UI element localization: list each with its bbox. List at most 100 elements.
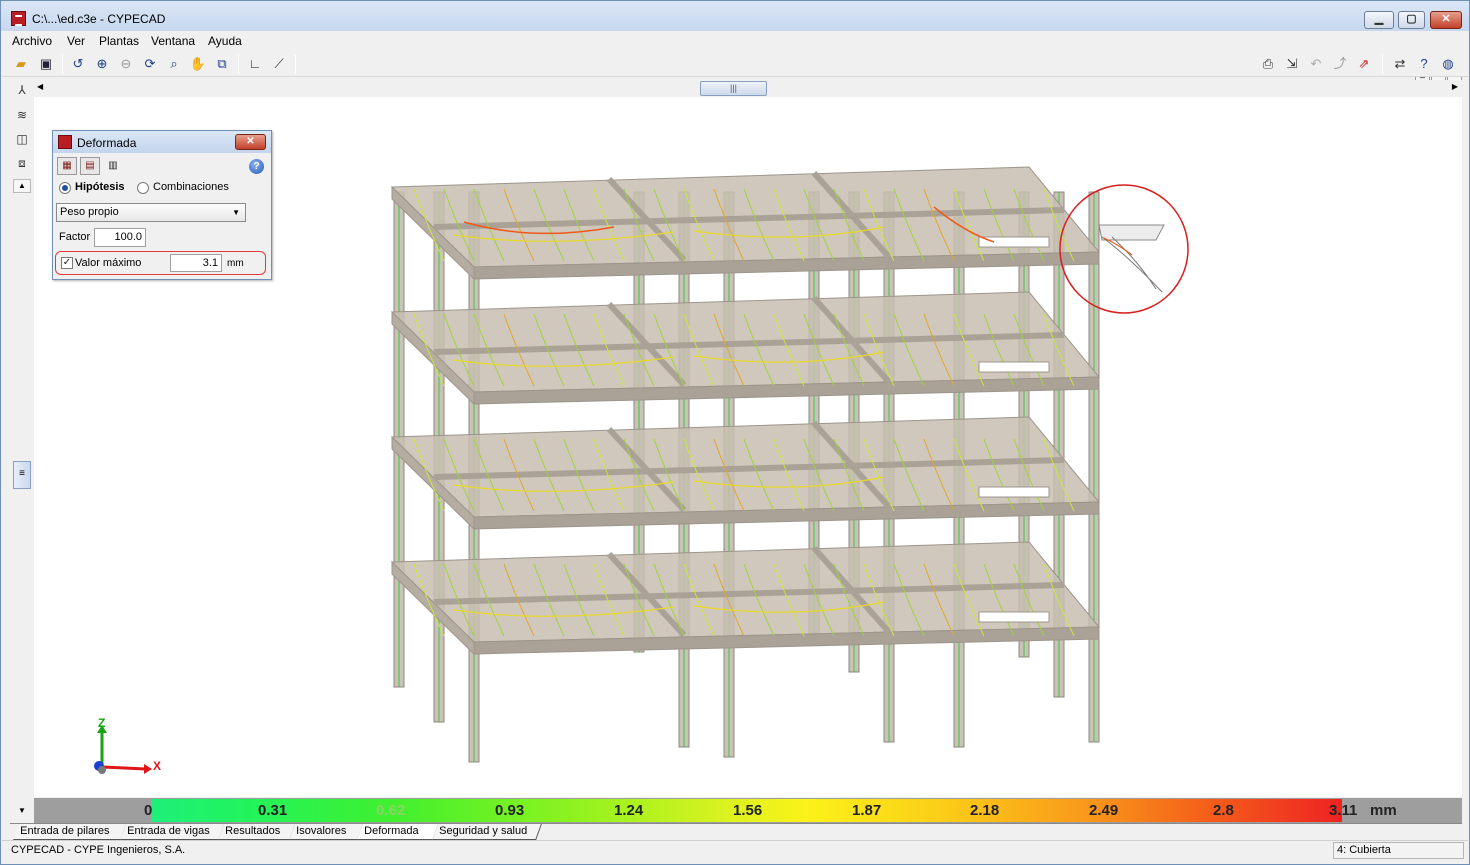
refresh-view-icon[interactable]: ⟳ (141, 55, 159, 73)
slab-opening (978, 611, 1050, 623)
scale-tick: 0 (144, 802, 153, 819)
panel-app-icon (58, 135, 72, 149)
scroll-right-button[interactable]: ▶ (1452, 82, 1458, 91)
panel-title: Deformada (77, 136, 137, 150)
hipotesis-label[interactable]: Hipótesis (75, 181, 125, 193)
factor-input[interactable]: 100.0 (94, 228, 146, 247)
menu-archivo[interactable]: Archivo (12, 34, 52, 48)
maximize-button[interactable]: ▢ (1398, 11, 1425, 29)
export-icon[interactable]: ⇲ (1283, 55, 1301, 73)
cantilever-deform-line (1103, 237, 1133, 256)
3d-view-icon[interactable]: ⧈ (13, 154, 31, 172)
cypecad-app-icon (11, 11, 26, 26)
help-icon[interactable]: ? (249, 159, 264, 174)
max-value-input[interactable]: 3.1 (170, 254, 222, 272)
tab-isovalores[interactable]: Isovalores (289, 824, 364, 840)
axis-x-label: X (153, 759, 161, 773)
scale-tick: 1.56 (733, 802, 763, 819)
scale-tick: 2.49 (1089, 802, 1119, 819)
scroll-down-button[interactable]: ▼ (13, 804, 31, 818)
tab-entrada-de-vigas[interactable]: Entrada de vigas (120, 824, 225, 840)
axis-triad: Z X (94, 717, 161, 774)
cantilever-slab (1098, 224, 1165, 241)
minimize-button[interactable]: ▁ (1364, 11, 1394, 29)
deformada-panel: Deformada ✕ ▦ ▤ ▥ ? Hipótesis Combinacio… (52, 130, 272, 280)
status-company: CYPECAD - CYPE Ingenieros, S.A. (11, 844, 186, 856)
menu-plantas[interactable]: Plantas (99, 34, 139, 48)
scroll-left-button[interactable]: ◀ (37, 82, 43, 91)
module-tabs: Entrada de pilares Entrada de vigas Resu… (10, 823, 1462, 840)
max-value-label[interactable]: Valor máximo (75, 257, 141, 269)
factor-label: Factor (59, 231, 91, 243)
title-bar[interactable]: C:\...\ed.c3e - CYPECAD ▁ ▢ ✕ (1, 1, 1469, 31)
max-value-unit: mm (227, 258, 244, 269)
dimension-icon[interactable]: ⟋ (270, 55, 288, 73)
menu-ver[interactable]: Ver (67, 34, 85, 48)
zoom-previous-icon[interactable]: ⊖ (117, 55, 135, 73)
scale-tick: 2.18 (970, 802, 1000, 819)
save-icon[interactable]: ▣ (37, 55, 55, 73)
view-window-icon[interactable]: ⧉ (213, 55, 231, 73)
toolbar-separator (1382, 55, 1383, 74)
hipotesis-radio[interactable] (59, 182, 71, 194)
max-value-highlight: ✓ Valor máximo 3.1 mm (55, 251, 266, 275)
toolbar-separator (62, 55, 63, 74)
menu-ayuda[interactable]: Ayuda (208, 34, 242, 48)
slab-opening (978, 361, 1050, 373)
tab-seguridad-y-salud[interactable]: Seguridad y salud (432, 824, 542, 840)
panel-title-bar[interactable]: Deformada ✕ (53, 131, 271, 153)
max-value-checkbox[interactable]: ✓ (61, 257, 73, 269)
measure-angle-icon[interactable]: ∟ (246, 55, 264, 73)
3d-box-icon[interactable]: ◫ (13, 130, 31, 148)
horizontal-scroll-thumb[interactable]: ||| (700, 81, 767, 96)
menu-bar: Archivo Ver Plantas Ventana Ayuda _❐✕ (2, 32, 1468, 81)
help-icon[interactable]: ? (1415, 55, 1433, 73)
axis-z-label: Z (98, 717, 105, 730)
scale-tick: 2.8 (1213, 802, 1234, 819)
window-title: C:\...\ed.c3e - CYPECAD (32, 12, 166, 26)
panel-tool-deform-icon[interactable]: ▦ (57, 157, 77, 175)
slab-opening (978, 486, 1050, 498)
open-folder-icon[interactable]: ▰ (12, 55, 30, 73)
left-view-toolbar: ⅄ ≋ ◫ ⧈ ▲ ≡ ▼ (10, 79, 34, 824)
menu-ventana[interactable]: Ventana (151, 34, 195, 48)
slab-opening (978, 236, 1050, 248)
load-case-value: Peso propio (60, 206, 119, 218)
scale-tick: 0.31 (258, 802, 288, 819)
redo-icon[interactable]: ⤴ (1331, 55, 1349, 73)
toolbar-separator (295, 55, 296, 74)
toolbar: ▰ ▣ ↺ ⊕ ⊖ ⟳ ⌕ ✋ ⧉ ∟ ⟋ ⎙ ⇲ ↶ ⤴ ⇗ ⇄ ? ◍ (2, 52, 1468, 77)
scale-tick: 1.87 (852, 802, 882, 819)
floors-view-icon[interactable]: ≋ (13, 106, 31, 124)
status-bar: CYPECAD - CYPE Ingenieros, S.A. 4: Cubie… (2, 840, 1468, 860)
deformation-color-scale: 0 0.31 0.62 0.93 1.24 1.56 1.87 2.18 2.4… (34, 798, 1462, 823)
exchange-icon[interactable]: ⇄ (1391, 55, 1409, 73)
pan-hand-icon[interactable]: ✋ (189, 55, 207, 73)
export-dxf-icon[interactable]: ⇗ (1355, 55, 1373, 73)
combinaciones-label[interactable]: Combinaciones (153, 181, 229, 193)
panel-tool-colors-icon[interactable]: ▤ (80, 157, 100, 175)
scale-unit: mm (1370, 802, 1397, 819)
panel-tool-table-icon[interactable]: ▥ (103, 157, 123, 175)
axes-view-icon[interactable]: ⅄ (13, 81, 31, 99)
horizontal-scrollbar[interactable]: ◀ ||| ▶ (34, 80, 1462, 97)
tab-resultados[interactable]: Resultados (218, 824, 296, 840)
zoom-window-icon[interactable]: ⌕ (165, 55, 183, 73)
print-icon[interactable]: ⎙ (1259, 55, 1277, 73)
main-window: C:\...\ed.c3e - CYPECAD ▁ ▢ ✕ Archivo Ve… (0, 0, 1470, 865)
scale-tick: 0.93 (495, 802, 525, 819)
zoom-fit-icon[interactable]: ⊕ (93, 55, 111, 73)
close-button[interactable]: ✕ (1430, 11, 1462, 29)
chevron-down-icon: ▼ (232, 208, 240, 217)
vertical-scroll-thumb[interactable]: ≡ (13, 461, 31, 489)
tab-deformada[interactable]: Deformada (357, 824, 439, 840)
scroll-up-button[interactable]: ▲ (13, 179, 31, 193)
combinaciones-radio[interactable] (137, 182, 149, 194)
tab-entrada-de-pilares[interactable]: Entrada de pilares (13, 824, 127, 840)
web-icon[interactable]: ◍ (1439, 55, 1457, 73)
status-floor: 4: Cubierta (1333, 842, 1464, 859)
load-case-select[interactable]: Peso propio ▼ (56, 203, 246, 222)
panel-close-button[interactable]: ✕ (235, 134, 266, 150)
undo-icon[interactable]: ↶ (1307, 55, 1325, 73)
rotate-view-icon[interactable]: ↺ (69, 55, 87, 73)
